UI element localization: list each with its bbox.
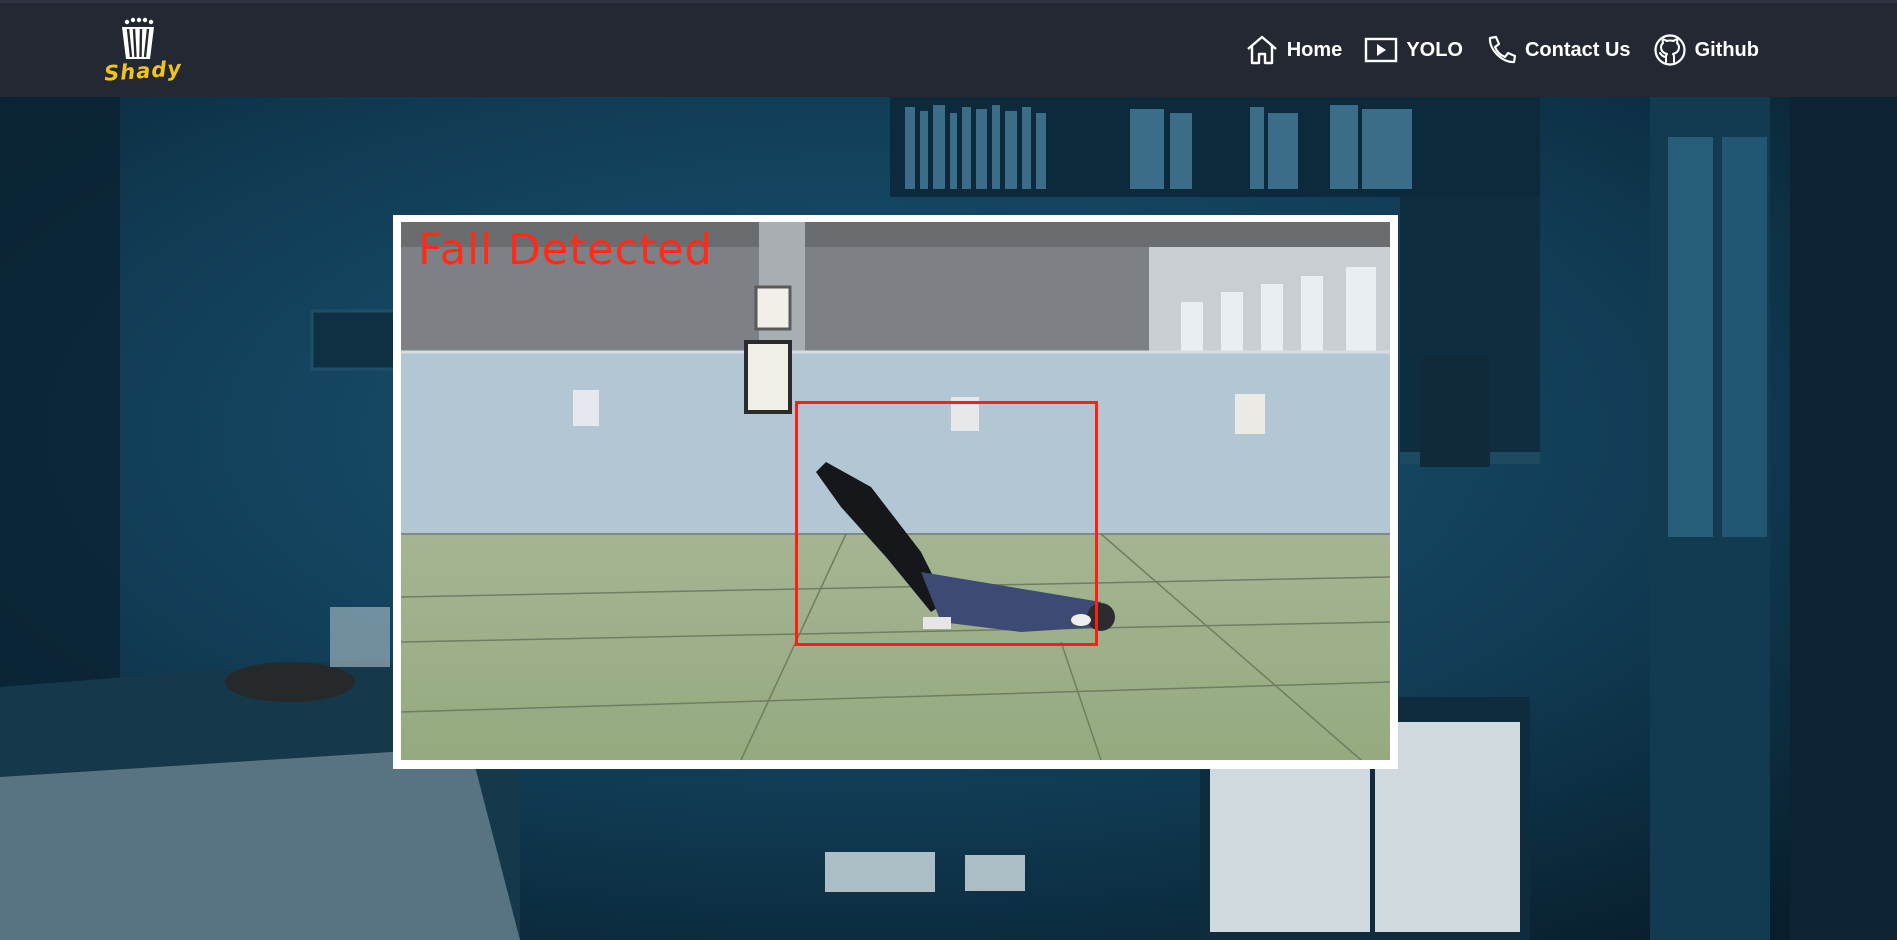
nav-item-home[interactable]: Home	[1245, 34, 1343, 66]
brand-logo[interactable]: Shady	[100, 17, 183, 91]
main-nav: Home YOLO Contact Us Github	[1245, 33, 1759, 67]
nav-label-contact: Contact Us	[1524, 38, 1631, 61]
github-icon	[1653, 34, 1686, 66]
detection-label: Fall Detected	[418, 225, 713, 275]
video-frame: Fall Detected	[401, 222, 1390, 760]
phone-icon	[1488, 35, 1517, 64]
nav-label-home: Home	[1286, 38, 1343, 61]
detection-bounding-box	[795, 401, 1098, 646]
video-player[interactable]: Fall Detected	[393, 215, 1398, 769]
nav-item-github[interactable]: Github	[1653, 33, 1759, 67]
nav-item-contact[interactable]: Contact Us	[1485, 34, 1631, 66]
navbar: Shady Home YOLO Contact Us Github	[0, 0, 1897, 97]
nav-label-github: Github	[1694, 38, 1759, 61]
home-icon	[1246, 35, 1277, 65]
play-icon	[1365, 37, 1398, 63]
nav-label-yolo: YOLO	[1406, 38, 1463, 61]
nav-item-yolo[interactable]: YOLO	[1364, 36, 1463, 64]
brand-name: Shady	[103, 56, 183, 86]
